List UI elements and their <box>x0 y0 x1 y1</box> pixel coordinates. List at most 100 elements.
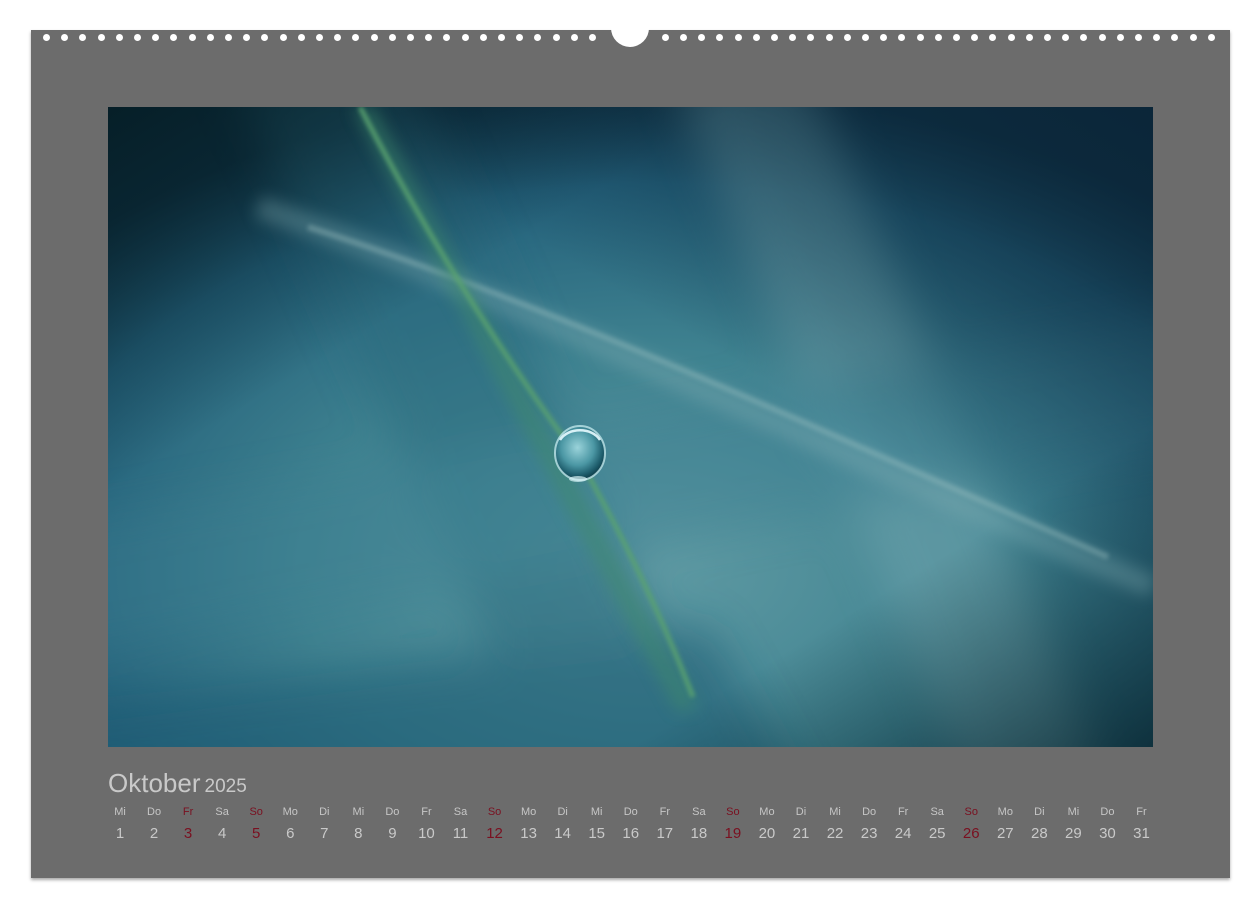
day-cell: Do 16 <box>614 804 648 848</box>
day-cell: Sa 4 <box>205 804 239 848</box>
binding-hole <box>825 34 833 41</box>
day-cell: Di 7 <box>307 804 341 848</box>
day-number: 15 <box>588 825 606 842</box>
binding-hole <box>880 34 888 41</box>
weekday-label: Mo <box>759 806 775 818</box>
weekday-label: Mi <box>1067 806 1080 818</box>
binding-hole <box>771 34 778 41</box>
binding-hole <box>316 34 323 41</box>
binding-hole <box>1044 34 1051 41</box>
day-number: 30 <box>1099 825 1116 842</box>
day-cell: Sa 25 <box>920 804 954 848</box>
weekday-label: Fr <box>659 806 670 818</box>
day-number: 3 <box>183 825 193 842</box>
day-number: 27 <box>996 825 1014 842</box>
binding-hole <box>61 34 69 41</box>
day-cell: Do 9 <box>375 804 409 848</box>
day-cell: Mo 27 <box>988 804 1022 848</box>
binding-hole <box>661 34 669 41</box>
weekday-label: So <box>964 806 978 818</box>
day-cell: Sa 11 <box>444 804 478 848</box>
binding-hole <box>516 34 524 41</box>
binding-hole <box>1189 34 1197 41</box>
binding-hole <box>170 34 178 41</box>
binding-hole <box>534 34 542 41</box>
day-cell: So 5 <box>239 804 273 848</box>
binding-hole <box>1025 34 1033 41</box>
day-number: 6 <box>286 825 295 842</box>
day-number: 12 <box>486 825 503 842</box>
binding-hole <box>479 34 487 41</box>
binding-hole <box>953 34 960 41</box>
weekday-label: So <box>249 806 263 818</box>
binding-hole <box>1207 34 1215 41</box>
day-number: 22 <box>826 825 844 842</box>
day-cell: Di 21 <box>784 804 818 848</box>
weekday-label: Do <box>623 806 638 818</box>
binding-hole <box>570 34 578 41</box>
day-number: 5 <box>252 825 261 842</box>
weekday-label: Di <box>1034 806 1045 818</box>
binding-hole <box>334 34 342 41</box>
weekday-label: Sa <box>453 806 468 818</box>
binding-hole <box>152 34 160 41</box>
day-strip: Mi 1 Do 2 Fr 3 Sa 4 So 5 Mo 6 Di 7 Mi 8 Do 9 Fr 10 Sa 11 So 12 M… <box>103 804 1158 848</box>
day-cell: So 12 <box>478 804 512 848</box>
month-title: Oktober 2025 <box>108 768 247 802</box>
binding-hole <box>971 34 979 41</box>
day-number: 16 <box>622 825 640 842</box>
binding-hole <box>734 34 742 41</box>
binding-hole <box>807 34 815 41</box>
binding-hole <box>297 34 305 41</box>
day-number: 23 <box>860 825 878 842</box>
weekday-label: Di <box>557 806 568 818</box>
day-cell: Di 28 <box>1022 804 1056 848</box>
binding-hole <box>1007 34 1015 41</box>
calendar-photo <box>108 107 1153 747</box>
binding-hole <box>552 34 560 41</box>
binding-hole <box>443 34 451 41</box>
day-number: 11 <box>452 825 469 842</box>
day-cell: Fr 31 <box>1125 804 1159 848</box>
weekday-label: Di <box>795 806 807 818</box>
binding-hole <box>134 34 141 41</box>
binding-hole <box>898 34 906 41</box>
day-number: 31 <box>1133 825 1150 842</box>
binding-hole <box>261 34 269 41</box>
weekday-label: Di <box>319 806 330 818</box>
binding-hole <box>934 34 942 41</box>
binding-hole <box>1116 34 1124 41</box>
day-number: 14 <box>554 825 571 842</box>
binding-hole <box>989 34 997 41</box>
day-number: 26 <box>962 825 980 842</box>
day-number: 21 <box>792 825 810 842</box>
binding-hole <box>789 34 797 41</box>
binding-hole <box>461 34 469 41</box>
binding-hole <box>225 34 232 41</box>
weekday-label: So <box>726 806 740 818</box>
weekday-label: Mi <box>590 806 603 818</box>
month-name: Oktober <box>108 768 201 798</box>
binding-hole <box>698 34 706 41</box>
day-cell: Mi 8 <box>341 804 375 848</box>
weekday-label: Fr <box>1136 806 1147 818</box>
binding-hole <box>388 34 396 41</box>
day-number: 17 <box>656 825 674 842</box>
day-cell: Mi 22 <box>818 804 852 848</box>
binding-hole <box>1135 34 1142 41</box>
weekday-label: Sa <box>930 806 944 818</box>
day-cell: Fr 10 <box>409 804 443 848</box>
day-number: 9 <box>388 825 397 842</box>
day-number: 10 <box>418 825 435 842</box>
weekday-label: Mi <box>352 806 365 818</box>
day-cell: Fr 24 <box>886 804 920 848</box>
binding-hole <box>498 34 505 41</box>
day-number: 24 <box>894 825 912 842</box>
binding-hole <box>716 34 724 41</box>
day-cell: Mo 13 <box>512 804 546 848</box>
day-cell: Mo 20 <box>750 804 784 848</box>
binding-hole <box>1062 34 1070 41</box>
binding-hole <box>43 34 50 41</box>
day-number: 7 <box>320 825 329 842</box>
day-number: 29 <box>1065 825 1082 842</box>
